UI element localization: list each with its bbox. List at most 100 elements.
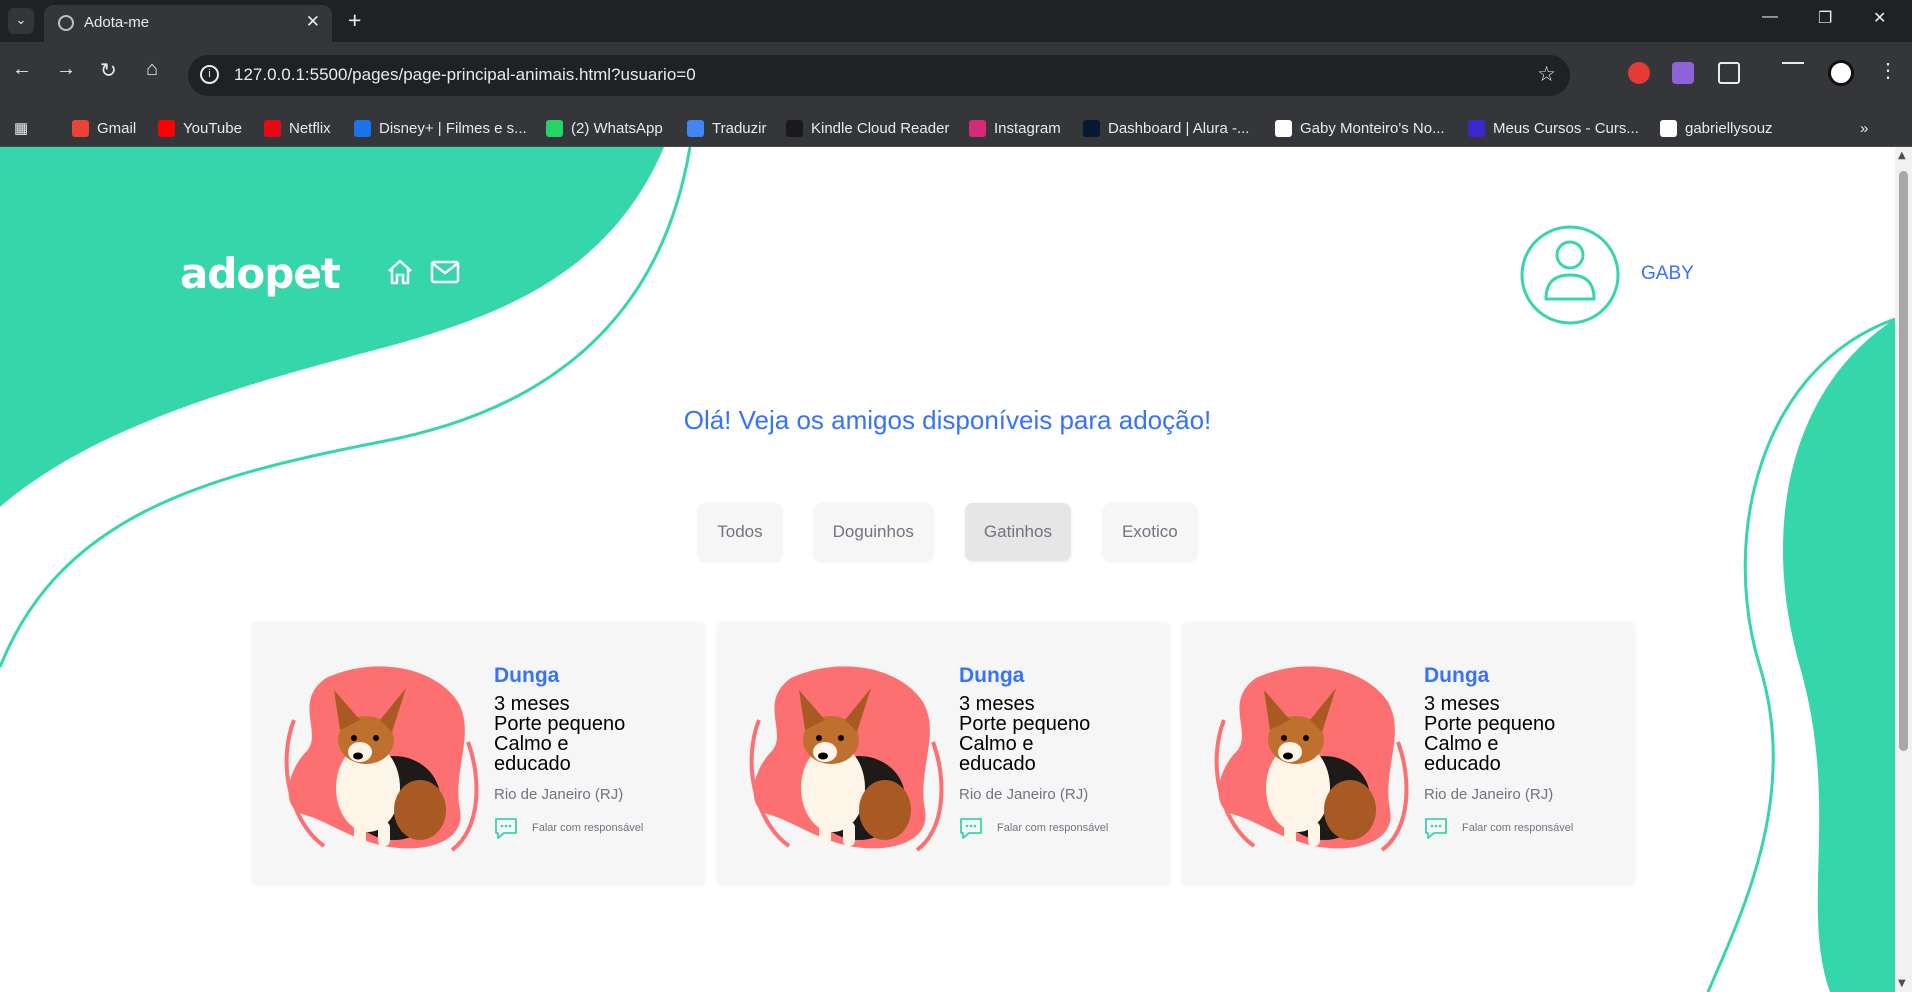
more-bookmarks-icon[interactable]: » [1860,117,1868,139]
bookmark-item[interactable]: Instagram [969,117,1061,139]
pet-info: Dunga 3 meses Porte pequeno Calmo e educado R… [959,664,1159,839]
site-info-icon[interactable]: i [200,65,219,84]
home-icon[interactable] [386,258,414,286]
pet-card[interactable]: Dunga 3 meses Porte pequeno Calmo e educado R… [717,622,1170,884]
scroll-up-arrow-icon[interactable]: ▲ [1898,150,1906,161]
url-text[interactable]: 127.0.0.1:5500/pages/page-principal-anim… [234,65,696,85]
close-window-button[interactable]: ✕ [1873,8,1886,28]
alura-icon [1083,119,1100,137]
chat-bubble-icon [1425,818,1447,839]
courses-icon [1468,119,1485,137]
pet-info: Dunga 3 meses Porte pequeno Calmo e educado R… [494,664,694,839]
pet-temperament-line-1: Calmo e [959,733,1034,755]
reload-button[interactable]: ↻ [100,58,117,83]
filter-todos-button[interactable]: Todos [698,503,782,561]
bookmark-item[interactable]: Dashboard | Alura -... [1083,117,1249,139]
settings-extension-icon[interactable] [1672,62,1694,84]
filter-doguinhos-button[interactable]: Doguinhos [813,503,933,561]
address-bar[interactable]: i 127.0.0.1:5500/pages/page-principal-an… [188,55,1570,96]
pet-temperament-line-2: educado [959,753,1036,775]
profile-avatar[interactable] [1828,60,1854,86]
bookmark-item[interactable]: YouTube [158,117,242,139]
pet-name: Dunga [1424,664,1490,687]
filter-gatinhos-button[interactable]: Gatinhos [964,503,1071,561]
reading-list-icon[interactable] [1782,62,1804,76]
contact-label[interactable]: Falar com responsável [1462,822,1573,834]
mail-icon[interactable] [430,260,460,284]
pet-age: 3 meses [1424,693,1500,715]
pet-card[interactable]: Dunga 3 meses Porte pequeno Calmo e educado R… [252,622,705,884]
browser-tab[interactable]: Adota-me ✕ [44,5,332,42]
page-viewport: adopet GABY Olá! Veja os amigos disponív… [0,147,1895,992]
pet-name: Dunga [959,664,1025,687]
bookmark-item[interactable]: Gmail [72,117,136,139]
tab-title: Adota-me [84,14,150,31]
restore-button[interactable]: ❐ [1818,8,1832,28]
pet-age: 3 meses [959,693,1035,715]
apps-grid-icon[interactable]: ▦ [14,117,28,139]
browser-menu-button[interactable]: ⋮ [1878,58,1898,83]
scroll-thumb[interactable] [1899,171,1908,751]
contact-label[interactable]: Falar com responsável [532,822,643,834]
back-button[interactable]: ← [12,58,32,81]
bookmark-item[interactable]: Kindle Cloud Reader [786,117,949,139]
contact-link[interactable]: Falar com responsável [1424,817,1624,839]
youtube-icon [158,119,175,137]
user-avatar-icon[interactable] [1520,225,1620,325]
kindle-icon [786,119,803,137]
page-scrollbar[interactable]: ▲ ▼ [1895,147,1912,992]
tab-search-button[interactable]: ⌄ [8,8,34,34]
adblock-extension-icon[interactable] [1628,62,1650,84]
dog-photo [749,666,944,852]
globe-icon [58,15,74,31]
translate-icon [687,119,704,137]
whatsapp-icon [546,119,563,137]
bookmark-item[interactable]: Traduzir [687,117,766,139]
pet-location: Rio de Janeiro (RJ) [494,786,624,803]
bookmark-item[interactable]: gabriellysouz [1660,117,1773,139]
dog-photo [284,666,479,852]
bookmark-label: Gaby Monteiro's No... [1300,119,1445,137]
disney-icon [354,119,371,137]
scroll-down-arrow-icon[interactable]: ▼ [1898,978,1906,989]
bookmark-label: Netflix [289,119,331,137]
bookmark-label: Gmail [97,119,137,137]
extensions-puzzle-icon[interactable] [1718,62,1740,84]
instagram-icon [969,119,986,137]
pet-info: Dunga 3 meses Porte pequeno Calmo e educado R… [1424,664,1624,839]
home-button[interactable]: ⌂ [146,58,158,81]
browser-toolbar: ← → ↻ ⌂ i 127.0.0.1:5500/pages/page-prin… [0,42,1912,108]
filter-buttons: Todos Doguinhos Gatinhos Exotico [0,503,1895,561]
github-icon [1660,119,1677,137]
pet-size: Porte pequeno [1424,713,1556,735]
pet-description: 3 meses Porte pequeno Calmo e educado [494,694,694,774]
bookmark-item[interactable]: Gaby Monteiro's No... [1275,117,1445,139]
bookmark-label: Kindle Cloud Reader [811,119,950,137]
bookmark-item[interactable]: Netflix [264,117,331,139]
pet-temperament-line-1: Calmo e [494,733,569,755]
contact-label[interactable]: Falar com responsável [997,822,1108,834]
pet-temperament-line-1: Calmo e [1424,733,1499,755]
contact-link[interactable]: Falar com responsável [959,817,1159,839]
contact-link[interactable]: Falar com responsável [494,817,694,839]
pet-description: 3 meses Porte pequeno Calmo e educado [959,694,1159,774]
bookmark-label: Instagram [994,119,1061,137]
forward-button[interactable]: → [56,58,76,81]
pet-age: 3 meses [494,693,570,715]
bookmarks-bar: ▦ Gmail YouTube Netflix Disney+ | Filmes e … [0,108,1912,147]
pet-card[interactable]: Dunga 3 meses Porte pequeno Calmo e educado R… [1182,622,1635,884]
bookmark-label: Traduzir [712,119,767,137]
chat-bubble-icon [495,818,517,839]
adopet-logo[interactable]: adopet [180,249,341,298]
filter-exotico-button[interactable]: Exotico [1102,503,1197,561]
minimize-button[interactable]: — [1762,8,1778,26]
user-name-link[interactable]: GABY [1641,263,1694,285]
new-tab-button[interactable]: + [348,7,361,34]
pet-location: Rio de Janeiro (RJ) [1424,786,1554,803]
pet-description: 3 meses Porte pequeno Calmo e educado [1424,694,1624,774]
bookmark-star-icon[interactable]: ☆ [1537,62,1556,86]
bookmark-item[interactable]: (2) WhatsApp [546,117,663,139]
bookmark-item[interactable]: Meus Cursos - Curs... [1468,117,1639,139]
bookmark-item[interactable]: Disney+ | Filmes e s... [354,117,527,139]
close-tab-icon[interactable]: ✕ [306,12,320,32]
